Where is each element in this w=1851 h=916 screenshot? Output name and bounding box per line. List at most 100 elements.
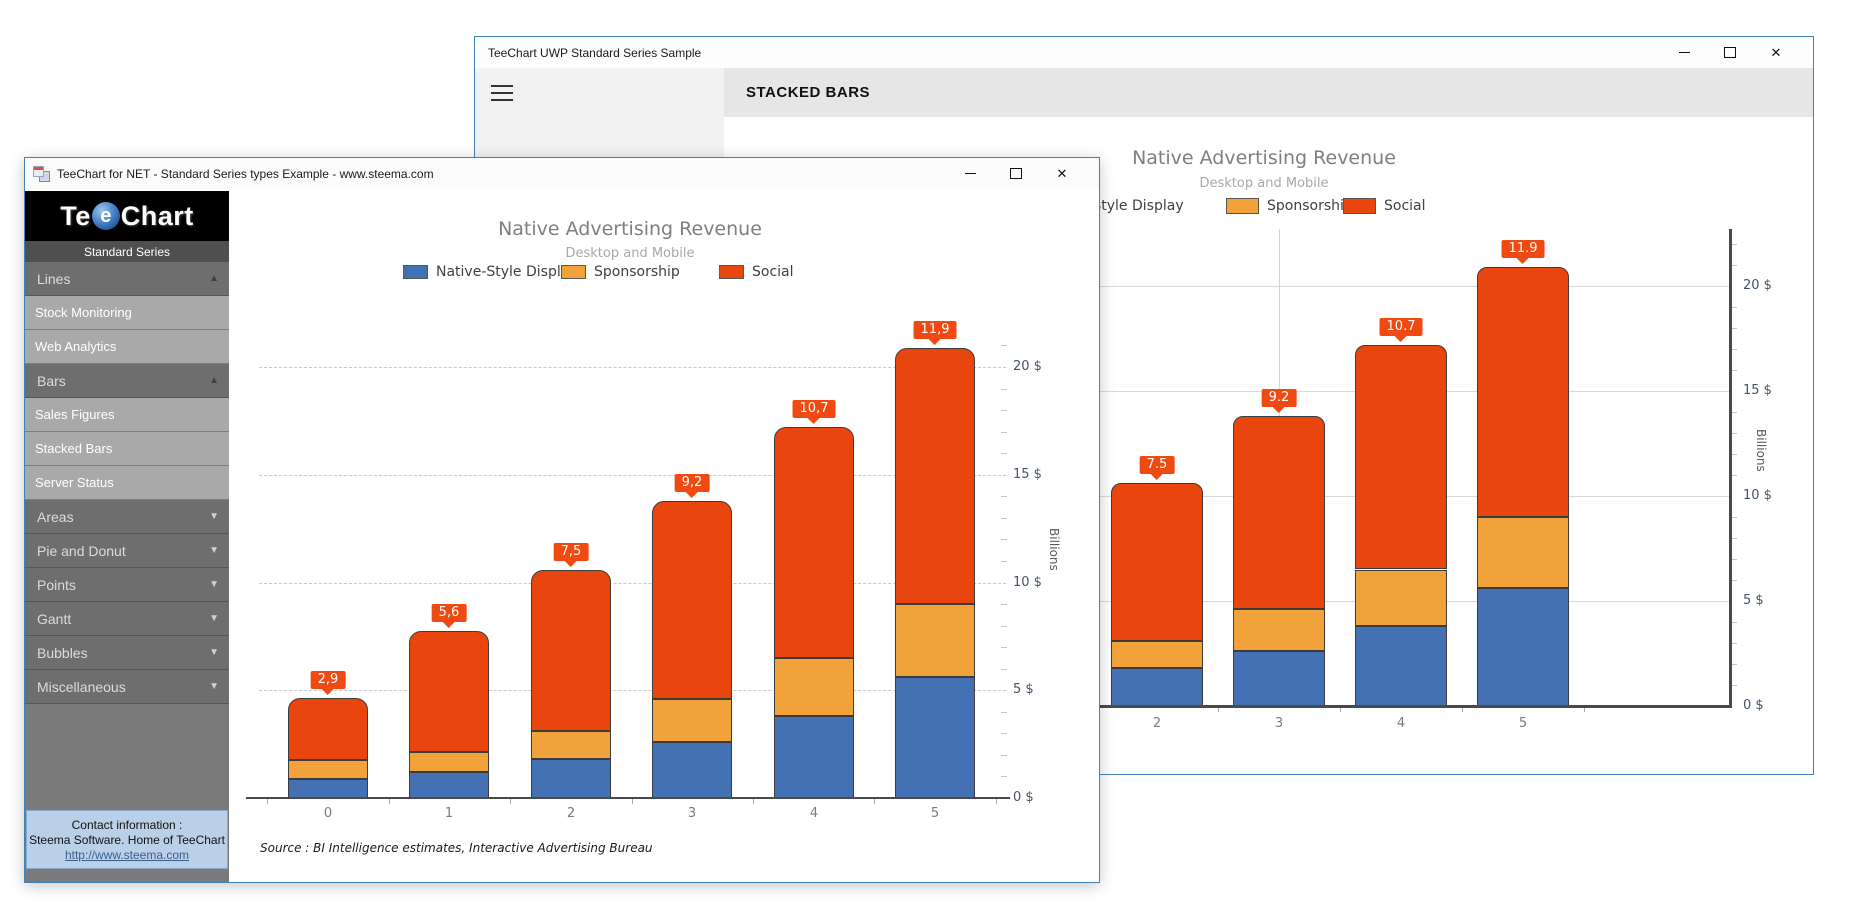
x-axis-tick	[753, 799, 754, 804]
bar-segment-social	[288, 698, 368, 760]
sidebar-item-stacked-bars[interactable]: Stacked Bars	[25, 432, 229, 466]
source-note: Source : BI Intelligence estimates, Inte…	[260, 841, 653, 855]
bar-segment-sponsorship	[1233, 609, 1325, 651]
x-axis-label: 5	[931, 806, 939, 821]
y-axis-label: 20 $	[1743, 278, 1772, 293]
y-minor-tick	[1001, 539, 1007, 540]
bar-segment-native-style-display	[1355, 626, 1447, 706]
bar-segment-native-style-display	[774, 716, 854, 798]
x-axis-label: 2	[567, 806, 575, 821]
sidebar-item-pie-and-donut[interactable]: Pie and Donut▼	[25, 534, 229, 568]
sidebar-item-areas[interactable]: Areas▼	[25, 500, 229, 534]
x-axis-label: 4	[1397, 716, 1405, 731]
y-minor-tick	[1001, 345, 1007, 346]
contact-heading: Contact information :	[72, 818, 183, 832]
y-axis-label: 10 $	[1743, 488, 1772, 503]
x-axis-label: 5	[1519, 716, 1527, 731]
sidebar-item-web-analytics[interactable]: Web Analytics	[25, 330, 229, 364]
sidebar-item-sales-figures[interactable]: Sales Figures	[25, 398, 229, 432]
sidebar: TeeChart Standard Series Lines▲Stock Mon…	[25, 191, 229, 882]
chart-title: Native Advertising Revenue	[248, 218, 1012, 240]
sidebar-item-stock-monitoring[interactable]: Stock Monitoring	[25, 296, 229, 330]
legend-item-sponsorship: Sponsorship	[561, 264, 680, 280]
legend-swatch	[719, 265, 744, 279]
x-axis-label: 0	[324, 806, 332, 821]
legend-label: Sponsorship	[1267, 198, 1353, 214]
sidebar-item-gantt[interactable]: Gantt▼	[25, 602, 229, 636]
chevron-down-icon: ▼	[209, 511, 219, 522]
y-axis-label: 15 $	[1743, 383, 1772, 398]
x-axis-line	[246, 797, 1010, 799]
winforms-window: TeeChart for NET - Standard Series types…	[24, 157, 1100, 883]
legend-swatch	[1343, 198, 1376, 214]
value-badge: 2,9	[311, 671, 346, 689]
y-minor-tick	[1001, 496, 1007, 497]
sidebar-item-lines[interactable]: Lines▲	[25, 262, 229, 296]
grid-line	[259, 583, 1006, 584]
bar-segment-social	[1355, 345, 1447, 570]
bar-segment-sponsorship	[409, 752, 489, 772]
x-axis-tick	[510, 799, 511, 804]
teechart-logo: TeeChart	[25, 191, 229, 241]
y-axis-label: 10 $	[1013, 575, 1042, 590]
bar-segment-sponsorship	[1477, 517, 1569, 588]
chevron-down-icon: ▼	[209, 647, 219, 658]
y-minor-tick	[1001, 410, 1007, 411]
value-badge: 9,2	[675, 474, 710, 492]
y-axis-label: 0 $	[1743, 698, 1764, 713]
sidebar-item-points[interactable]: Points ▼	[25, 568, 229, 602]
bar-segment-social	[409, 631, 489, 752]
x-axis-tick	[632, 799, 633, 804]
bar-segment-social	[1111, 483, 1203, 641]
contact-panel: Contact information : Steema Software. H…	[26, 810, 228, 869]
sidebar-item-label: Points	[37, 577, 76, 593]
chevron-down-icon: ▼	[209, 579, 219, 590]
y-minor-tick	[1001, 453, 1007, 454]
y-axis-label: 5 $	[1013, 682, 1034, 697]
chevron-down-icon: ▼	[209, 613, 219, 624]
sidebar-item-server-status[interactable]: Server Status	[25, 466, 229, 500]
x-axis-tick	[389, 799, 390, 804]
bar-segment-sponsorship	[652, 699, 732, 742]
y-minor-tick	[1001, 604, 1007, 605]
legend-label: Native-Style Display	[436, 264, 578, 280]
y-minor-tick	[1001, 712, 1007, 713]
app-icon	[33, 166, 49, 181]
bar-segment-sponsorship	[1111, 641, 1203, 668]
x-axis-label: 1	[445, 806, 453, 821]
y-minor-tick	[1001, 733, 1007, 734]
y-axis-label: 15 $	[1013, 467, 1042, 482]
value-badge: 5,6	[432, 604, 467, 622]
y-minor-tick	[1001, 432, 1007, 433]
legend-swatch	[1226, 198, 1259, 214]
legend-label: Sponsorship	[594, 264, 680, 280]
y-axis-title: Billions	[1047, 528, 1061, 571]
sidebar-item-miscellaneous[interactable]: Miscellaneous▼	[25, 670, 229, 704]
series-menu: Lines▲ Stock Monitoring Web Analytics Bars▲…	[25, 262, 229, 704]
chart-subtitle: Desktop and Mobile	[248, 246, 1012, 261]
y-minor-tick	[1001, 669, 1007, 670]
grid-line	[259, 367, 1006, 368]
chevron-up-icon: ▲	[209, 273, 219, 284]
y-axis-label: 5 $	[1743, 593, 1764, 608]
steema-link[interactable]: http://www.steema.com	[65, 848, 189, 862]
y-axis-label: 0 $	[1013, 790, 1034, 805]
legend-label: Social	[1384, 198, 1426, 214]
y-minor-tick	[1001, 647, 1007, 648]
sidebar-item-bars[interactable]: Bars▲	[25, 364, 229, 398]
sidebar-item-bubbles[interactable]: Bubbles▼	[25, 636, 229, 670]
sidebar-item-label: Web Analytics	[35, 339, 116, 354]
bar-segment-social	[774, 427, 854, 658]
value-badge: 11.9	[1502, 240, 1545, 258]
sidebar-item-label: Server Status	[35, 475, 114, 490]
value-badge: 10,7	[793, 400, 836, 418]
bar-segment-sponsorship	[1355, 570, 1447, 627]
y-axis-line	[1729, 229, 1732, 706]
y-axis-title: Billions	[1754, 429, 1768, 472]
bar-segment-sponsorship	[895, 604, 975, 677]
sidebar-item-label: Stacked Bars	[35, 441, 112, 456]
chevron-down-icon: ▼	[209, 681, 219, 692]
x-axis-tick	[996, 799, 997, 804]
sidebar-item-label: Stock Monitoring	[35, 305, 132, 320]
bar-segment-native-style-display	[1111, 668, 1203, 706]
